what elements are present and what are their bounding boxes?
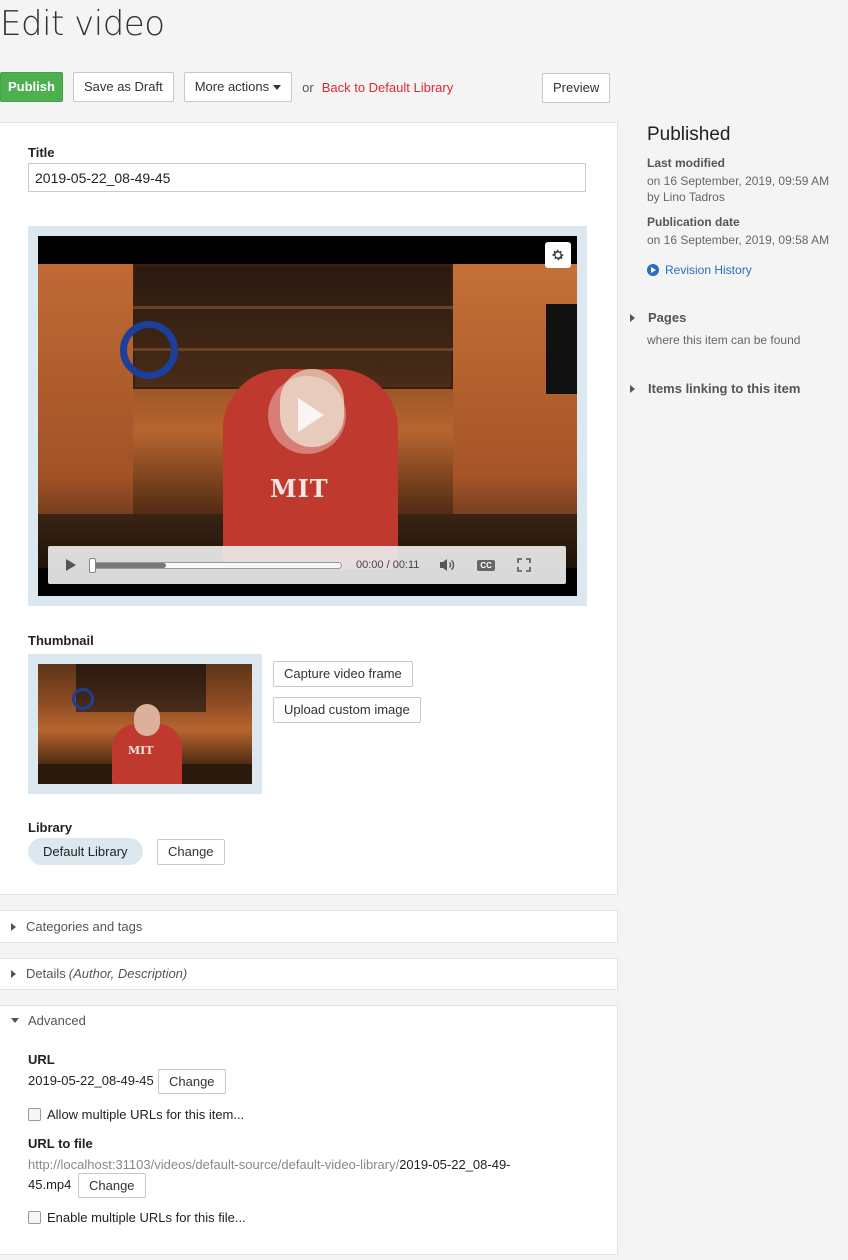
time-display: 00:00 / 00:11 [356,559,420,571]
publication-date-value: on 16 September, 2019, 09:58 AM [647,233,830,247]
progress-bar[interactable] [89,557,342,573]
title-label: Title [28,145,55,160]
shirt-text: MIT [270,474,329,503]
enable-multiple-urls-label: Enable multiple URLs for this file... [47,1210,246,1225]
library-label: Library [28,820,73,835]
thumbnail-frame: MIT [28,654,262,794]
thumbnail-shirt-text: MIT [128,744,154,757]
file-change-button[interactable]: Change [78,1173,146,1198]
preview-button[interactable]: Preview [542,73,611,103]
play-icon[interactable] [66,559,76,571]
page-title: Edit video [0,4,165,44]
library-badge: Default Library [28,838,143,865]
closed-captions-icon[interactable]: CC [477,559,495,571]
url-label: URL [28,1052,55,1067]
categories-label: Categories and tags [26,919,143,934]
arrow-circle-icon [647,264,659,276]
chevron-down-icon [273,85,282,91]
enable-multiple-urls-row[interactable]: Enable multiple URLs for this file... [28,1210,246,1225]
chevron-right-icon [630,313,635,322]
revision-history-label: Revision History [665,263,752,277]
status-title: Published [647,124,731,145]
publish-button[interactable]: Publish [0,72,63,102]
thumbnail-image: MIT [38,664,252,784]
file-url: http://localhost:31103/videos/default-so… [28,1155,568,1175]
pages-toggle[interactable]: Pages [630,310,686,325]
last-modified-value: on 16 September, 2019, 09:59 AM [647,174,830,188]
player-controls: 00:00 / 00:11 CC [48,546,566,584]
categories-section: Categories and tags [0,910,618,943]
big-play-icon[interactable] [268,376,346,454]
publication-date-label: Publication date [647,215,740,229]
details-hint: (Author, Description) [68,966,188,981]
advanced-label: Advanced [28,1013,86,1028]
details-label: Details [26,966,66,981]
revision-history-link[interactable]: Revision History [647,263,752,277]
more-actions-button[interactable]: More actions [183,72,293,102]
categories-toggle[interactable]: Categories and tags [11,919,142,934]
chevron-right-icon [630,384,635,393]
file-url-name: 2019-05-22_08-49- [399,1157,511,1172]
thumbnail-label: Thumbnail [28,633,94,648]
file-url-name-continued: 45.mp4 [28,1177,72,1192]
capture-frame-button[interactable]: Capture video frame [273,661,413,687]
library-change-button[interactable]: Change [157,839,225,865]
title-input[interactable] [28,163,586,192]
progress-fill [91,562,166,568]
pages-hint: where this item can be found [647,333,801,347]
fullscreen-icon[interactable] [517,558,531,572]
progress-handle[interactable] [89,557,96,573]
allow-multiple-urls-label: Allow multiple URLs for this item... [47,1107,245,1122]
chevron-down-icon [11,1018,19,1023]
chevron-right-icon [11,922,16,931]
toolbar: Publish Save as Draft More actions or Ba… [0,72,453,102]
video-player-frame: MIT 00:00 / 00:11 CC [28,226,587,606]
items-linking-label: Items linking to this item [648,381,801,396]
gear-icon[interactable] [545,242,571,268]
url-to-file-label: URL to file [28,1136,93,1151]
back-to-library-link[interactable]: Back to Default Library [322,80,454,95]
main-panel: Title MIT [0,122,618,895]
last-modified-label: Last modified [647,156,726,170]
allow-multiple-urls-row[interactable]: Allow multiple URLs for this item... [28,1107,244,1122]
details-section: Details (Author, Description) [0,958,618,990]
items-linking-toggle[interactable]: Items linking to this item [630,381,800,396]
advanced-toggle[interactable]: Advanced [11,1013,86,1028]
video-player[interactable]: MIT 00:00 / 00:11 CC [38,236,577,596]
or-text: or [302,79,314,95]
details-toggle[interactable]: Details (Author, Description) [11,966,187,981]
advanced-section: Advanced URL 2019-05-22_08-49-45 Change … [0,1005,618,1255]
url-value: 2019-05-22_08-49-45 [28,1073,154,1088]
volume-icon[interactable] [439,558,455,572]
more-actions-label: More actions [194,79,270,94]
enable-multiple-urls-checkbox[interactable] [28,1211,41,1224]
pages-label: Pages [648,310,687,325]
url-change-button[interactable]: Change [158,1069,226,1094]
chevron-right-icon [11,969,16,978]
upload-image-button[interactable]: Upload custom image [273,697,421,723]
save-draft-button[interactable]: Save as Draft [72,72,174,102]
file-url-prefix: http://localhost:31103/videos/default-so… [28,1157,400,1172]
last-modified-by: by Lino Tadros [647,190,725,204]
allow-multiple-urls-checkbox[interactable] [28,1108,41,1121]
